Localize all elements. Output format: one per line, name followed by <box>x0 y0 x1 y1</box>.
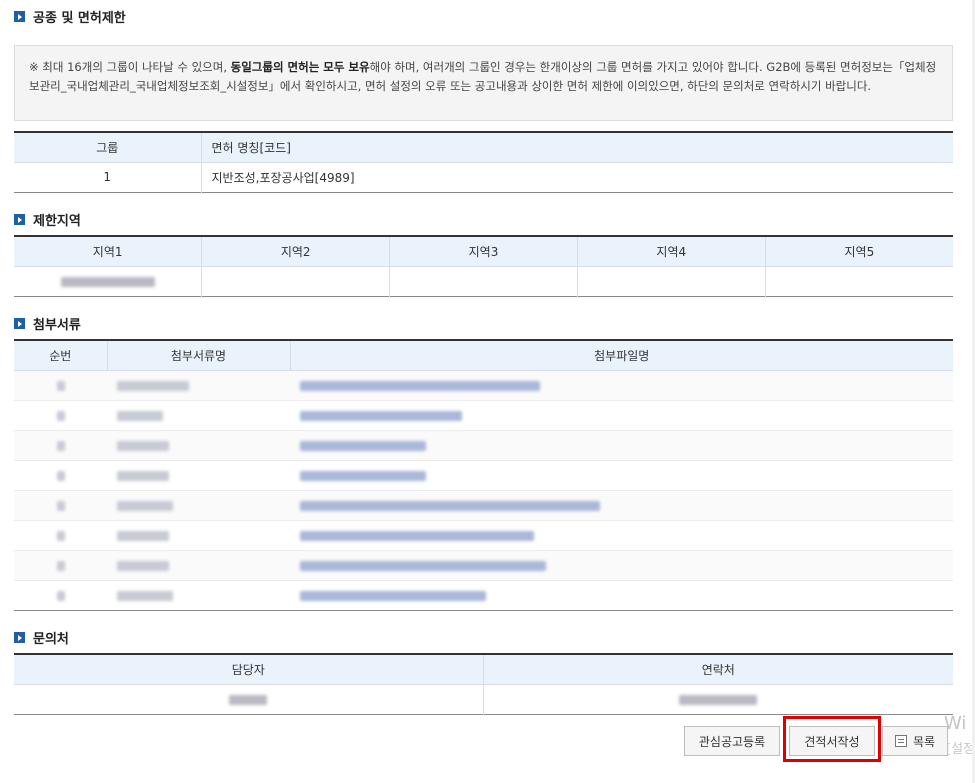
attachment-file-link[interactable] <box>300 440 426 451</box>
redacted-no <box>56 500 65 511</box>
region-table: 지역1 지역2 지역3 지역4 지역5 <box>14 235 953 297</box>
redacted-no <box>56 470 65 481</box>
table-row <box>14 460 953 491</box>
windows-watermark: Wi <box>944 713 967 734</box>
attachment-file-link[interactable] <box>300 500 600 511</box>
attachment-header-docname: 첨부서류명 <box>106 340 290 371</box>
attachment-rows <box>14 370 953 610</box>
section-bullet-icon <box>14 11 25 22</box>
region-header-3: 지역3 <box>389 236 578 267</box>
section-bullet-icon <box>14 214 25 225</box>
table-row <box>14 520 953 551</box>
windows-watermark-sub: [설정 <box>946 742 975 757</box>
redacted-no <box>56 410 65 421</box>
list-icon <box>894 735 907 747</box>
list-button[interactable]: 목록 <box>882 726 948 756</box>
redacted-docname <box>117 530 169 541</box>
redacted-no <box>56 530 65 541</box>
redacted-docname <box>117 590 173 601</box>
attachment-file-link[interactable] <box>300 410 462 421</box>
region-section-title: 제한지역 <box>14 210 81 229</box>
region-cell-1 <box>14 266 202 296</box>
redacted-no <box>56 590 65 601</box>
redacted-docname <box>117 380 189 391</box>
contact-person-cell <box>14 684 483 714</box>
table-row <box>14 490 953 521</box>
license-group-cell: 1 <box>103 170 112 184</box>
redacted-no <box>56 560 65 571</box>
contact-header-person: 담당자 <box>14 654 483 685</box>
region-header-2: 지역2 <box>201 236 390 267</box>
attachment-table: 순번 첨부서류명 첨부파일명 <box>14 339 953 611</box>
section-bullet-icon <box>14 318 25 329</box>
redacted-person <box>229 694 268 705</box>
contact-phone-cell <box>482 684 953 714</box>
redacted-docname <box>117 440 169 451</box>
region-header-4: 지역4 <box>576 236 766 267</box>
list-button-label: 목록 <box>912 734 936 749</box>
license-section-title: 공종 및 면허제한 <box>14 7 126 26</box>
table-row <box>14 370 953 401</box>
region-header-5: 지역5 <box>764 236 953 267</box>
interest-register-button[interactable]: 관심공고등록 <box>684 726 780 756</box>
license-header-group: 그룹 <box>14 132 201 163</box>
attachment-file-link[interactable] <box>300 560 546 571</box>
attachment-file-link[interactable] <box>300 530 534 541</box>
attachment-header-filename: 첨부파일명 <box>289 340 953 371</box>
table-row <box>14 550 953 581</box>
license-table: 그룹 면허 명칭[코드] 1 지반조성,포장공사업[4989] <box>14 131 953 193</box>
region-header-1: 지역1 <box>14 236 202 267</box>
attachment-file-link[interactable] <box>300 470 426 481</box>
attachment-header-no: 순번 <box>14 340 107 371</box>
table-row <box>14 266 953 296</box>
license-header-name: 면허 명칭[코드] <box>200 132 953 163</box>
contact-header-phone: 연락처 <box>482 654 953 685</box>
redacted-no <box>56 440 65 451</box>
redacted-docname <box>117 560 169 571</box>
table-row <box>14 684 953 714</box>
redacted-docname <box>117 500 173 511</box>
license-name-cell: 지반조성,포장공사업[4989] <box>200 162 953 192</box>
attachment-file-link[interactable] <box>300 380 540 391</box>
region-cell-4 <box>576 266 766 296</box>
quote-button-highlight <box>783 716 881 762</box>
region-cell-3 <box>389 266 578 296</box>
region-cell-2 <box>201 266 390 296</box>
table-row <box>14 430 953 461</box>
attachment-file-link[interactable] <box>300 590 486 601</box>
redacted-region <box>60 276 155 287</box>
redacted-docname <box>117 470 169 481</box>
section-bullet-icon <box>14 632 25 643</box>
table-row <box>14 400 953 431</box>
contact-table: 담당자 연락처 <box>14 653 953 715</box>
attachment-section-title: 첨부서류 <box>14 314 81 333</box>
table-row <box>14 580 953 610</box>
contact-section-title: 문의처 <box>14 628 69 647</box>
region-cell-5 <box>764 266 953 296</box>
table-row: 1 지반조성,포장공사업[4989] <box>14 162 953 192</box>
redacted-phone <box>679 694 758 705</box>
redacted-no <box>56 380 65 391</box>
license-notice: ※ 최대 16개의 그룹이 나타날 수 있으며, 동일그룹의 면허는 모두 보유… <box>14 45 953 121</box>
redacted-docname <box>117 410 163 421</box>
